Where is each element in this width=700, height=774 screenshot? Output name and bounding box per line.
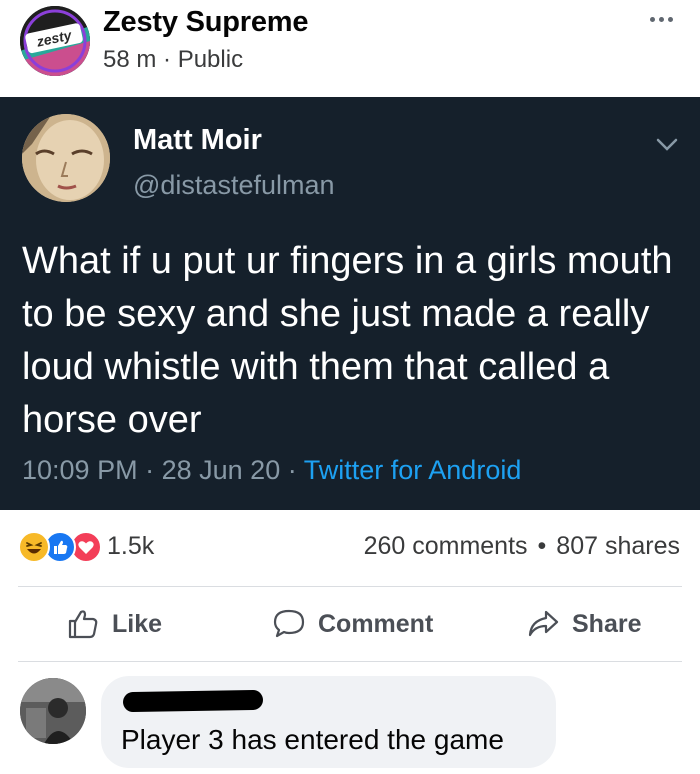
tweet-text: What if u put ur fingers in a girls mout… [22, 240, 673, 441]
like-button[interactable]: Like [66, 604, 162, 644]
tweet-handle: @distastefulman [133, 170, 335, 200]
action-bar: Like Comment Share [0, 596, 700, 652]
comment-bubble[interactable]: Player 3 has entered the game [101, 676, 556, 768]
tweet-meta-separator: · [145, 455, 155, 485]
share-arrow-icon [528, 610, 559, 637]
post-time[interactable]: 58 m [103, 46, 156, 73]
divider [18, 661, 682, 662]
more-dot-icon [667, 16, 673, 22]
share-button-label: Share [572, 609, 642, 638]
comment-text: Player 3 has entered the game [121, 724, 504, 755]
post-meta-separator: · [163, 46, 172, 73]
haha-icon [18, 531, 50, 563]
tweet-date: 28 Jun 20 [161, 455, 281, 485]
reactions-summary: 1.5k 260 comments • 807 shares [0, 524, 700, 570]
more-dot-icon [658, 16, 664, 22]
tweet-screenshot[interactable]: Matt Moir @distastefulman What if u put … [0, 97, 700, 510]
comment-button-label: Comment [318, 609, 434, 638]
post-meta: 58 m · Public [103, 46, 243, 74]
redacted-commenter-name [122, 689, 264, 713]
tweet-time: 10:09 PM [22, 455, 138, 485]
more-options-button[interactable] [636, 4, 686, 34]
thumbs-up-icon [68, 610, 98, 639]
post-header: zesty Zesty Supreme 58 m · Public [0, 0, 700, 97]
commenter-avatar[interactable] [20, 678, 86, 744]
reaction-icons[interactable] [18, 531, 108, 563]
reaction-count[interactable]: 1.5k [107, 532, 154, 561]
tweet-meta-separator: · [287, 455, 297, 485]
comment-bubble-icon [273, 609, 305, 638]
post-visibility: Public [177, 46, 244, 73]
comment-button[interactable]: Comment [272, 604, 433, 644]
page-avatar[interactable]: zesty [20, 6, 90, 76]
comments-count[interactable]: 260 comments [364, 532, 528, 561]
like-button-label: Like [112, 609, 163, 638]
counts-separator: • [537, 532, 547, 560]
tweet-meta: 10:09 PM · 28 Jun 20 · Twitter for Andro… [22, 455, 521, 486]
chevron-down-icon [656, 138, 678, 151]
engagement-counts: 260 comments • 807 shares [364, 532, 680, 561]
tweet-source: Twitter for Android [303, 455, 522, 485]
shares-count[interactable]: 807 shares [556, 532, 680, 561]
page-name[interactable]: Zesty Supreme [103, 6, 309, 39]
divider [18, 586, 682, 587]
tweet-display-name: Matt Moir [133, 124, 262, 156]
more-dot-icon [649, 16, 655, 22]
share-button[interactable]: Share [526, 604, 641, 644]
tweet-avatar [22, 114, 110, 202]
